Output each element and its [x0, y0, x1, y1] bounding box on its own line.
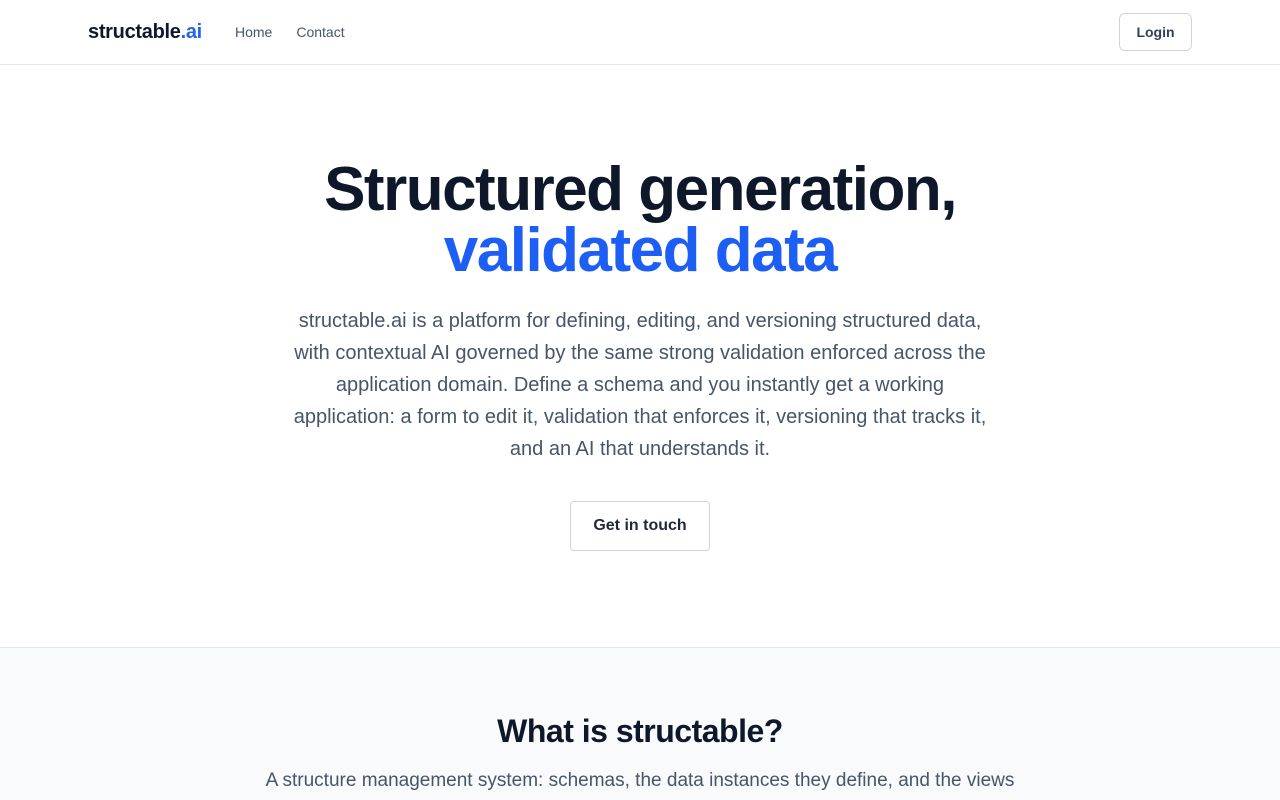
- hero-heading-line2: validated data: [443, 216, 838, 285]
- brand-name: structable: [88, 21, 181, 43]
- brand-logo[interactable]: structable.ai: [88, 19, 202, 45]
- brand-suffix: .ai: [180, 21, 203, 43]
- about-description: A structure management system: schemas, …: [265, 770, 1015, 791]
- nav-link-home[interactable]: Home: [235, 22, 272, 42]
- about-section: What is structable? A structure manageme…: [0, 647, 1280, 800]
- nav-link-contact[interactable]: Contact: [296, 22, 344, 42]
- hero-heading-line1: Structured generation,: [324, 155, 957, 224]
- login-button[interactable]: Login: [1119, 13, 1192, 51]
- hero-section: Structured generation, validated data st…: [0, 65, 1280, 647]
- top-navbar: structable.ai Home Contact Login: [0, 0, 1280, 65]
- get-in-touch-button[interactable]: Get in touch: [570, 501, 710, 551]
- main-nav: Home Contact: [235, 22, 345, 42]
- about-heading: What is structable?: [497, 713, 783, 749]
- hero-description: structable.ai is a platform for defining…: [293, 310, 987, 460]
- hero-heading: Structured generation, validated data: [0, 155, 1280, 285]
